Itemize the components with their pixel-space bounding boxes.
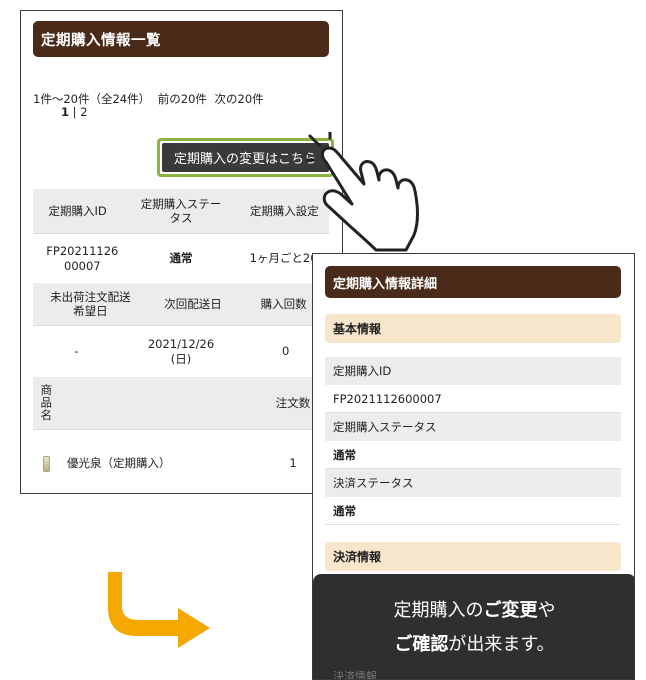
overlay-line2-post: が出来ます。 bbox=[448, 633, 555, 655]
overlay-line1-bold: ご変更 bbox=[483, 600, 538, 622]
subscription-list-screen: 定期購入情報一覧 1件〜20件（全24件） 前の20件 次の20件 1 | 2 … bbox=[20, 10, 343, 494]
col-header-product: 商品名 bbox=[33, 377, 59, 429]
page-title: 定期購入情報一覧 bbox=[33, 21, 329, 57]
subscription-change-button[interactable]: 定期購入の変更はこちら bbox=[162, 143, 329, 172]
pointing-hand-icon bbox=[306, 132, 419, 252]
delivery-wish-cell: - bbox=[74, 344, 79, 359]
faded-section-text: 決済情報 bbox=[333, 670, 377, 680]
table-row: - 2021/12/26 (日) 0 bbox=[33, 325, 329, 377]
page-1-current: 1 bbox=[61, 105, 70, 119]
table-row: FP20211126 00007 通常 1ヶ月ごと26日 bbox=[33, 233, 329, 283]
overlay-line-2: ご確認が出来ます。 bbox=[394, 628, 554, 661]
curved-arrow-icon bbox=[108, 572, 210, 648]
table-row: 優光泉（定期購入） 1 bbox=[33, 429, 329, 493]
overlay-line1-pre: 定期購入の bbox=[393, 600, 484, 622]
col-header-status: 定期購入ステータス bbox=[140, 196, 222, 225]
detail-title: 定期購入情報詳細 bbox=[325, 266, 621, 298]
col-header-spacer bbox=[59, 377, 257, 429]
product-thumbnail bbox=[33, 430, 59, 493]
field-label-subscription-status: 定期購入ステータス bbox=[325, 413, 621, 441]
pager-range: 1件〜20件（全24件） bbox=[33, 92, 151, 106]
page-2-link[interactable]: 2 bbox=[80, 105, 87, 119]
field-value-subscription-id: FP2021112600007 bbox=[325, 385, 621, 413]
product-bottle-icon bbox=[42, 455, 50, 472]
product-name: 優光泉（定期購入） bbox=[67, 456, 171, 471]
pager-prev-link[interactable]: 前の20件 bbox=[158, 92, 207, 106]
col-header-product-label: 商品名 bbox=[39, 384, 54, 422]
subscription-status-cell: 通常 bbox=[169, 251, 193, 266]
field-value-payment-status: 通常 bbox=[325, 497, 621, 525]
col-header-next-delivery: 次回配送日 bbox=[164, 296, 222, 311]
section-payment-info: 決済情報 bbox=[325, 542, 621, 571]
subscription-id-cell: FP20211126 00007 bbox=[46, 244, 119, 273]
table-header-row: 商品名 注文数 bbox=[33, 377, 329, 429]
field-label-subscription-id: 定期購入ID bbox=[325, 357, 621, 385]
pager-next-link[interactable]: 次の20件 bbox=[215, 92, 264, 106]
overlay-line2-bold: ご確認 bbox=[394, 633, 449, 655]
field-label-payment-status: 決済ステータス bbox=[325, 469, 621, 497]
subscription-detail-screen: 定期購入情報詳細 基本情報 定期購入ID FP2021112600007 定期購… bbox=[312, 253, 635, 680]
page-separator: | bbox=[72, 105, 77, 119]
overlay-line1-post: や bbox=[537, 600, 556, 622]
field-value-subscription-status: 通常 bbox=[325, 441, 621, 469]
next-delivery-cell: 2021/12/26 (日) bbox=[147, 337, 215, 366]
info-overlay-caption: 定期購入のご変更や ご確認が出来ます。 bbox=[313, 574, 634, 679]
section-basic-info: 基本情報 bbox=[325, 314, 621, 343]
col-header-id: 定期購入ID bbox=[48, 203, 107, 218]
table-header-row: 未出荷注文配送希望日 次回配送日 購入回数 bbox=[33, 283, 329, 325]
page-numbers: 1 | 2 bbox=[61, 105, 88, 119]
col-header-delivery-wish: 未出荷注文配送希望日 bbox=[50, 289, 131, 318]
table-header-row: 定期購入ID 定期購入ステータス 定期購入設定 bbox=[33, 189, 329, 233]
overlay-line-1: 定期購入のご変更や bbox=[394, 594, 556, 627]
